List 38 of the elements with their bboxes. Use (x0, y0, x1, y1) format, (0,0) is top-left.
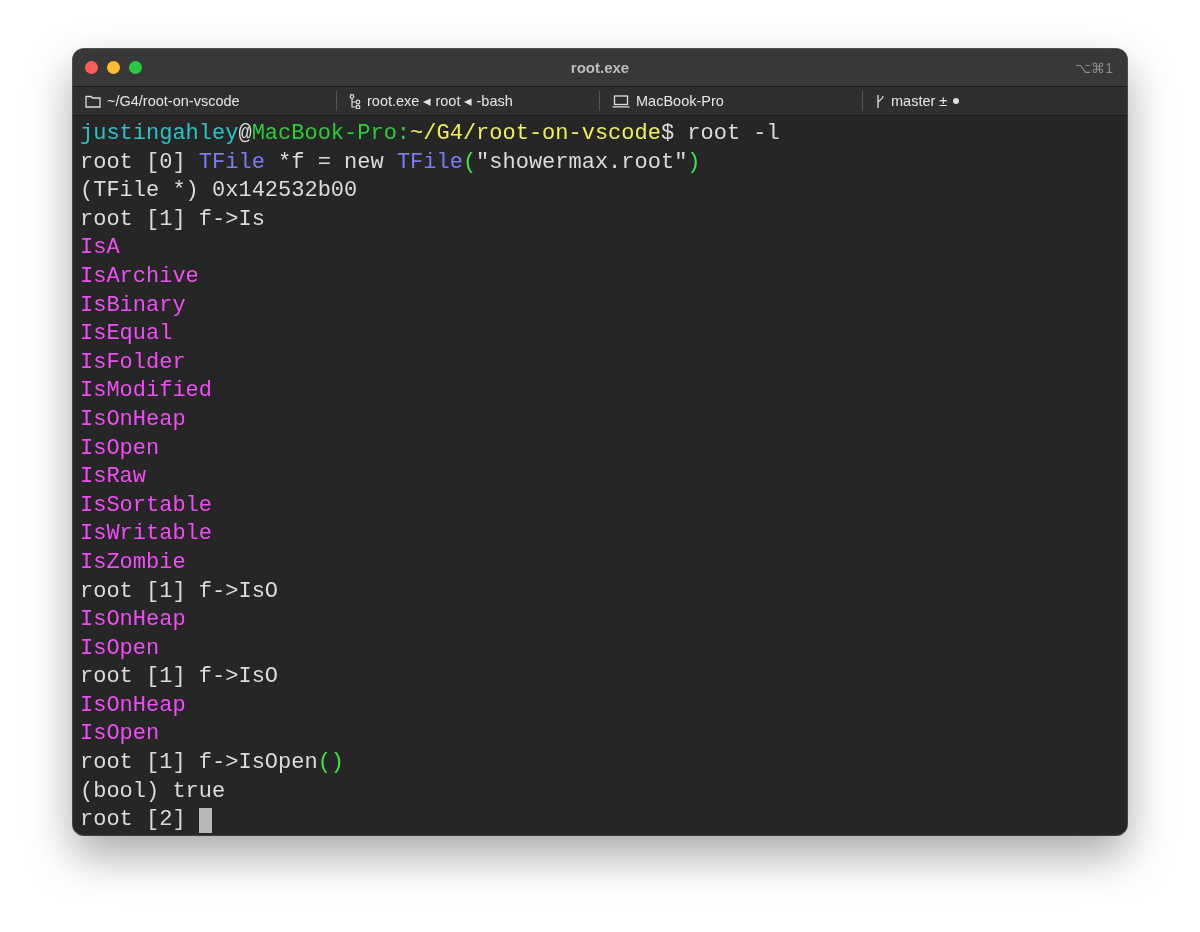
shortcut-label: ⌥⌘1 (1075, 59, 1113, 76)
terminal-line: IsWritable (80, 520, 213, 549)
tab-label: master ± (891, 93, 948, 109)
terminal-line: root [1] f->IsO (80, 577, 279, 606)
terminal-line: IsOpen (80, 634, 160, 663)
tab-label: MacBook-Pro (636, 93, 724, 109)
terminal-line: (bool) true (80, 777, 226, 806)
terminal-line: root [1] f->IsO (80, 663, 279, 692)
minimize-button[interactable] (107, 61, 120, 74)
terminal-line: IsA (80, 234, 120, 263)
terminal-line: IsOpen (80, 434, 160, 463)
close-button[interactable] (85, 61, 98, 74)
terminal-line: IsRaw (80, 463, 146, 492)
terminal-line: IsArchive (80, 262, 199, 291)
branch-icon (875, 93, 885, 109)
terminal-line: root [0] TFile *f = new TFile("showermax.root") (80, 148, 701, 177)
folder-icon (85, 94, 101, 108)
laptop-icon (612, 94, 630, 108)
terminal-line: IsOnHeap (80, 606, 186, 635)
terminal-line: IsZombie (80, 548, 186, 577)
terminal-line: root [1] f->IsOpen() (80, 749, 345, 778)
terminal-line: IsOpen (80, 720, 160, 749)
terminal-line: justingahley@MacBook-Pro:~/G4/root-on-vscode$ root -l (80, 120, 780, 148)
terminal-line: IsSortable (80, 491, 213, 520)
tab-label: root.exe ◂ root ◂ -bash (367, 93, 513, 109)
terminal-line: (TFile *) 0x142532b00 (80, 177, 358, 206)
terminal-line: root [2] (80, 806, 187, 835)
terminal-line: IsBinary (80, 291, 186, 320)
terminal-line: IsFolder (80, 348, 186, 377)
terminal-line: IsEqual (80, 320, 173, 349)
terminal-line: root [1] f->Is (80, 205, 265, 234)
tab-label: ~/G4/root-on-vscode (107, 93, 240, 109)
tree-icon (349, 93, 361, 109)
terminal-line: IsOnHeap (80, 405, 186, 434)
window-title: root.exe (570, 59, 630, 76)
maximize-button[interactable] (129, 61, 142, 74)
terminal-line: IsModified (80, 377, 213, 406)
terminal-line: IsOnHeap (80, 691, 186, 720)
